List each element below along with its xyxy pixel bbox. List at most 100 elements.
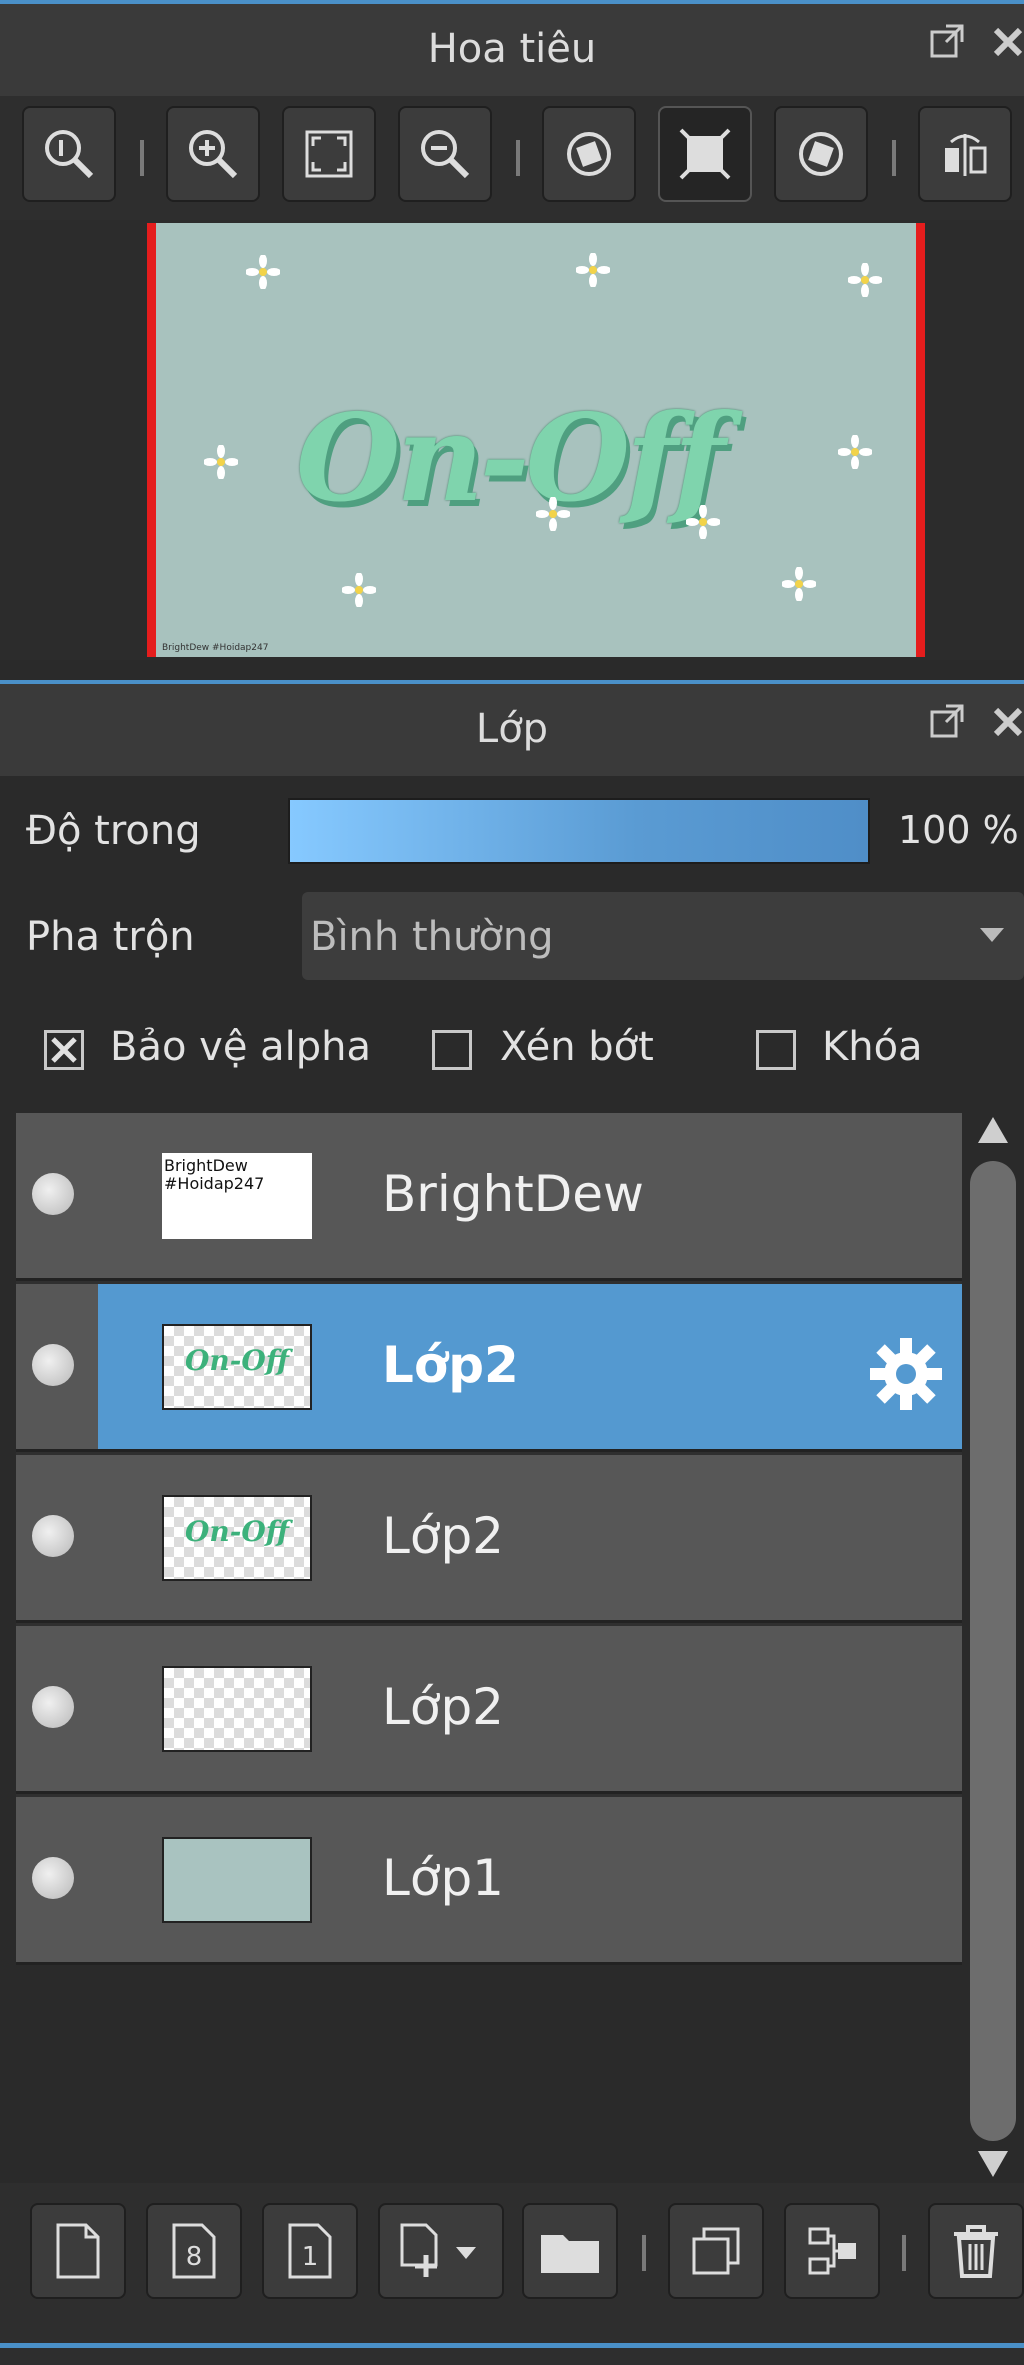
- reset-rotation-button[interactable]: [658, 106, 752, 202]
- opacity-label: Độ trong: [26, 808, 201, 854]
- daisy-icon: [686, 505, 720, 539]
- layer-row-selected[interactable]: On-Off Lớp2: [16, 1284, 962, 1452]
- layers-title: Lớp: [475, 706, 549, 752]
- visibility-toggle[interactable]: [32, 1857, 74, 1899]
- toolbar-separator: [902, 2235, 906, 2271]
- layer-name: Lớp2: [382, 1507, 504, 1565]
- opacity-value: 100 %: [898, 808, 1019, 852]
- merge-layer-button[interactable]: [784, 2203, 880, 2299]
- flip-horizontal-button[interactable]: [918, 106, 1012, 202]
- toolbar-separator: [892, 140, 896, 176]
- chevron-down-icon: [980, 928, 1004, 942]
- layer-row[interactable]: Lớp1: [16, 1797, 962, 1965]
- new-8bit-layer-button[interactable]: 8: [146, 2203, 242, 2299]
- rotate-right-button[interactable]: [774, 106, 868, 202]
- canvas-corner-text: BrightDew #Hoidap247: [162, 643, 269, 653]
- duplicate-icon: [692, 2227, 740, 2275]
- rotate-right-icon: [799, 132, 843, 176]
- frame-icon: [679, 128, 731, 180]
- protect-alpha-checkbox[interactable]: [44, 1030, 84, 1070]
- navigator-preview[interactable]: On-Off BrightDew #Hoidap247: [0, 220, 1024, 660]
- zoom-one-icon: [45, 130, 94, 179]
- duplicate-layer-button[interactable]: [668, 2203, 764, 2299]
- new-1bit-layer-button[interactable]: 1: [262, 2203, 358, 2299]
- close-icon[interactable]: [992, 22, 1024, 66]
- daisy-icon: [848, 263, 882, 297]
- navigator-title: Hoa tiêu: [427, 26, 597, 72]
- layer-name: Lớp1: [382, 1849, 504, 1907]
- blend-mode-value: Bình thường: [310, 914, 554, 960]
- add-page-icon: [400, 2223, 476, 2277]
- add-layer-dropdown-button[interactable]: [378, 2203, 504, 2299]
- thumbnail-text: On-Off: [185, 1515, 289, 1548]
- panel-bottom-border: [0, 2343, 1024, 2348]
- daisy-icon: [342, 573, 376, 607]
- visibility-toggle[interactable]: [32, 1515, 74, 1557]
- zoom-out-icon: [421, 130, 470, 179]
- daisy-icon: [246, 255, 280, 289]
- checkmark-x-icon: [51, 1037, 77, 1063]
- merge-icon: [808, 2227, 856, 2275]
- blend-mode-select[interactable]: Bình thường: [302, 892, 1024, 980]
- lock-label: Khóa: [822, 1024, 923, 1070]
- new-folder-button[interactable]: [522, 2203, 618, 2299]
- zoom-actual-button[interactable]: [22, 106, 116, 202]
- scroll-up-icon[interactable]: [976, 1115, 1010, 1145]
- svg-text:8: 8: [186, 2242, 203, 2272]
- daisy-icon: [576, 253, 610, 287]
- layer-name: BrightDew: [382, 1165, 644, 1223]
- thumbnail-text: On-Off: [185, 1344, 289, 1377]
- trash-icon: [954, 2225, 998, 2278]
- popout-icon[interactable]: [928, 702, 968, 746]
- layer-row[interactable]: On-Off Lớp2: [16, 1455, 962, 1623]
- layer-row[interactable]: Lớp2: [16, 1626, 962, 1794]
- canvas-title-text: On-Off: [296, 388, 725, 529]
- lock-checkbox[interactable]: [756, 1030, 796, 1070]
- clipping-checkbox[interactable]: [432, 1030, 472, 1070]
- page-8-icon: 8: [172, 2223, 216, 2279]
- layer-thumbnail: [162, 1837, 312, 1923]
- close-icon[interactable]: [992, 702, 1024, 746]
- zoom-out-button[interactable]: [398, 106, 492, 202]
- scroll-down-icon[interactable]: [976, 2149, 1010, 2179]
- navigator-toolbar: [0, 96, 1024, 220]
- visibility-toggle[interactable]: [32, 1173, 74, 1215]
- fit-screen-icon: [305, 130, 353, 178]
- protect-alpha-label: Bảo vệ alpha: [110, 1024, 372, 1070]
- clipping-label: Xén bớt: [500, 1024, 654, 1070]
- canvas-thumbnail: On-Off BrightDew #Hoidap247: [147, 223, 925, 657]
- layer-thumbnail: [162, 1666, 312, 1752]
- gear-icon[interactable]: [866, 1334, 946, 1414]
- daisy-icon: [204, 445, 238, 479]
- fit-view-button[interactable]: [282, 106, 376, 202]
- rotate-left-button[interactable]: [542, 106, 636, 202]
- flip-icon: [945, 134, 987, 176]
- visibility-toggle[interactable]: [32, 1344, 74, 1386]
- layer-thumbnail: BrightDew #Hoidap247: [162, 1153, 312, 1239]
- opacity-slider[interactable]: [288, 798, 870, 864]
- layers-header: Lớp: [0, 680, 1024, 776]
- navigator-header: Hoa tiêu: [0, 0, 1024, 96]
- daisy-icon: [782, 567, 816, 601]
- new-page-icon: [56, 2223, 100, 2279]
- popout-icon[interactable]: [928, 22, 968, 66]
- zoom-in-icon: [189, 130, 238, 179]
- daisy-icon: [838, 435, 872, 469]
- layer-row[interactable]: BrightDew #Hoidap247 BrightDew: [16, 1113, 962, 1281]
- delete-layer-button[interactable]: [928, 2203, 1024, 2299]
- toolbar-separator: [642, 2235, 646, 2271]
- blend-label: Pha trộn: [26, 914, 195, 960]
- layer-name: Lớp2: [382, 1336, 519, 1394]
- toolbar-separator: [516, 140, 520, 176]
- scroll-thumb[interactable]: [970, 1161, 1016, 2141]
- zoom-in-button[interactable]: [166, 106, 260, 202]
- toolbar-separator: [140, 140, 144, 176]
- new-layer-button[interactable]: [30, 2203, 126, 2299]
- layer-name: Lớp2: [382, 1678, 504, 1736]
- visibility-toggle[interactable]: [32, 1686, 74, 1728]
- layer-actions-toolbar: 8 1: [0, 2183, 1024, 2365]
- layer-scrollbar[interactable]: [962, 1113, 1024, 2183]
- page-1-icon: 1: [288, 2223, 332, 2279]
- rotate-left-icon: [567, 132, 611, 176]
- folder-icon: [541, 2235, 599, 2273]
